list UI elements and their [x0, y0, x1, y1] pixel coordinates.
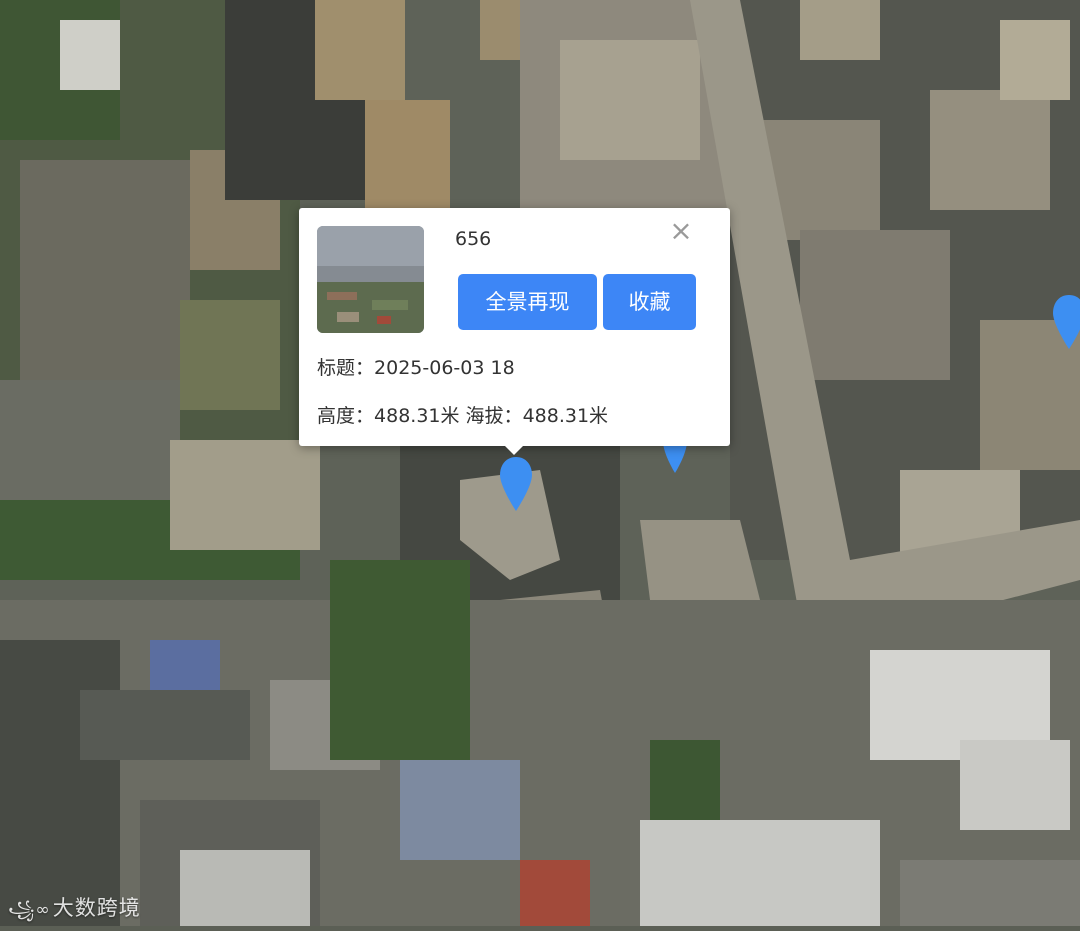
altitude-value: 488.31米	[522, 405, 609, 427]
satellite-map[interactable]	[0, 0, 1080, 926]
title-info-line: 标题：2025-06-03 18	[317, 353, 515, 380]
map-pin-icon[interactable]	[1052, 293, 1080, 351]
title-label: 标题：	[317, 357, 375, 379]
height-value: 488.31米	[374, 405, 460, 427]
info-popup: 656 × 全景再现 收藏 标题：2025-06-03 18 高度：488.31…	[299, 208, 730, 455]
map-pin-icon[interactable]	[499, 455, 533, 513]
height-label: 高度：	[317, 405, 375, 427]
favorite-button[interactable]: 收藏	[603, 274, 696, 330]
watermark-text: 大数跨境	[52, 896, 141, 920]
panorama-thumbnail[interactable]	[317, 226, 424, 333]
watermark-logo-icon: ꧁∞	[8, 900, 51, 920]
popup-pointer	[504, 445, 524, 455]
panorama-thumbnail-image	[317, 226, 424, 333]
altitude-label: 海拔：	[465, 405, 523, 427]
height-info-line: 高度：488.31米 海拔：488.31米	[317, 401, 608, 428]
popup-title: 656	[455, 228, 492, 250]
title-value: 2025-06-03 18	[374, 357, 515, 379]
panorama-replay-button[interactable]: 全景再现	[458, 274, 597, 330]
watermark: ꧁∞大数跨境	[8, 892, 141, 931]
close-icon[interactable]: ×	[667, 217, 695, 245]
